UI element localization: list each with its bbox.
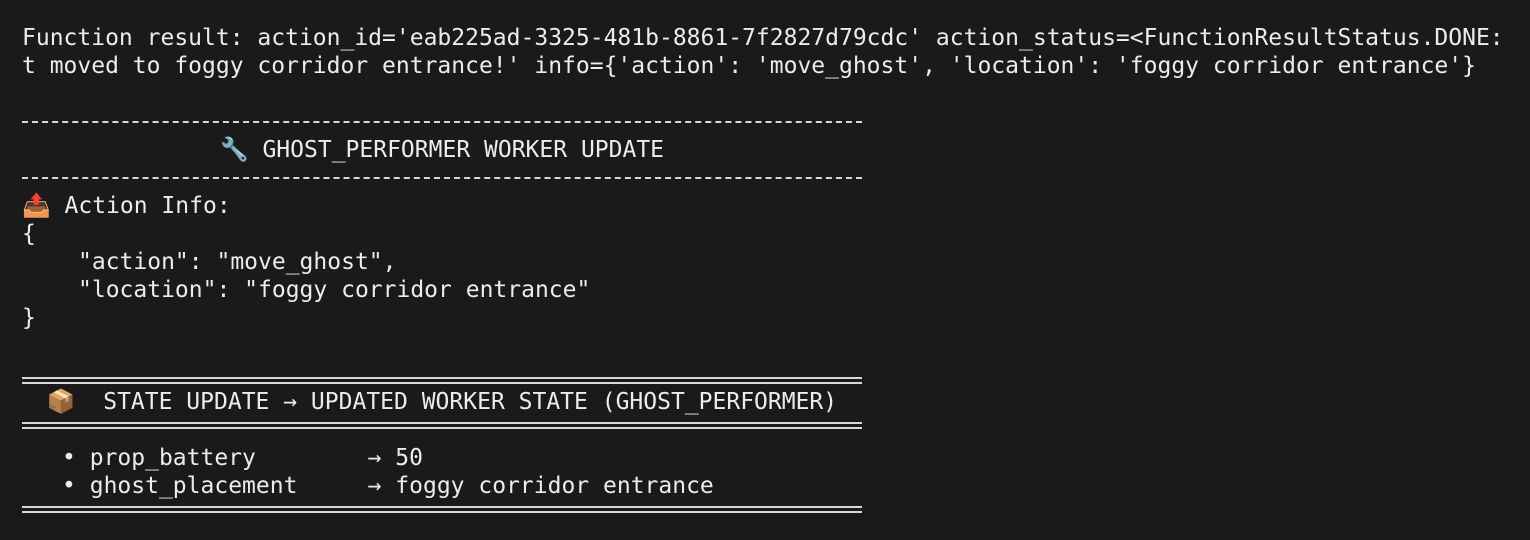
- function-result-line-2: t moved to foggy corridor entrance!' inf…: [22, 53, 1476, 79]
- state-item-prop-battery: • prop_battery → 50: [22, 444, 1522, 472]
- state-key: prop_battery: [89, 445, 256, 471]
- state-key: ghost_placement: [89, 473, 298, 499]
- bullet: •: [62, 473, 76, 499]
- worker-update-title: GHOST_PERFORMER WORKER UPDATE: [262, 137, 665, 163]
- bullet: •: [62, 445, 76, 471]
- state-update-header: 📦 STATE UPDATE → UPDATED WORKER STATE (G…: [22, 388, 862, 416]
- json-location-line: "location": "foggy corridor entrance": [78, 277, 591, 303]
- dashed-divider: [22, 164, 862, 192]
- dashed-divider: [22, 108, 862, 136]
- double-divider: [22, 500, 862, 528]
- state-update-title: STATE UPDATE → UPDATED WORKER STATE (GHO…: [103, 389, 838, 415]
- package-icon: 📦: [46, 389, 76, 415]
- state-value: foggy corridor entrance: [395, 473, 714, 499]
- state-item-ghost-placement: • ghost_placement → foggy corridor entra…: [22, 472, 1522, 500]
- function-result-line-1: Function result: action_id='eab225ad-332…: [22, 25, 1504, 51]
- arrow: →: [367, 445, 382, 471]
- json-close-brace: }: [22, 305, 36, 331]
- terminal-output: Function result: action_id='eab225ad-332…: [22, 24, 1522, 528]
- action-info-header: 📤 Action Info:: [22, 192, 1522, 220]
- double-divider: [22, 360, 862, 388]
- double-divider: [22, 416, 862, 444]
- action-info-label: Action Info:: [64, 193, 231, 219]
- wrench-icon: 🔧: [219, 137, 249, 163]
- json-open-brace: {: [22, 221, 36, 247]
- arrow: →: [367, 473, 382, 499]
- worker-update-header: 🔧 GHOST_PERFORMER WORKER UPDATE: [22, 136, 862, 164]
- state-value: 50: [395, 445, 423, 471]
- json-action-line: "action": "move_ghost",: [78, 249, 397, 275]
- outbox-tray-icon: 📤: [22, 193, 51, 219]
